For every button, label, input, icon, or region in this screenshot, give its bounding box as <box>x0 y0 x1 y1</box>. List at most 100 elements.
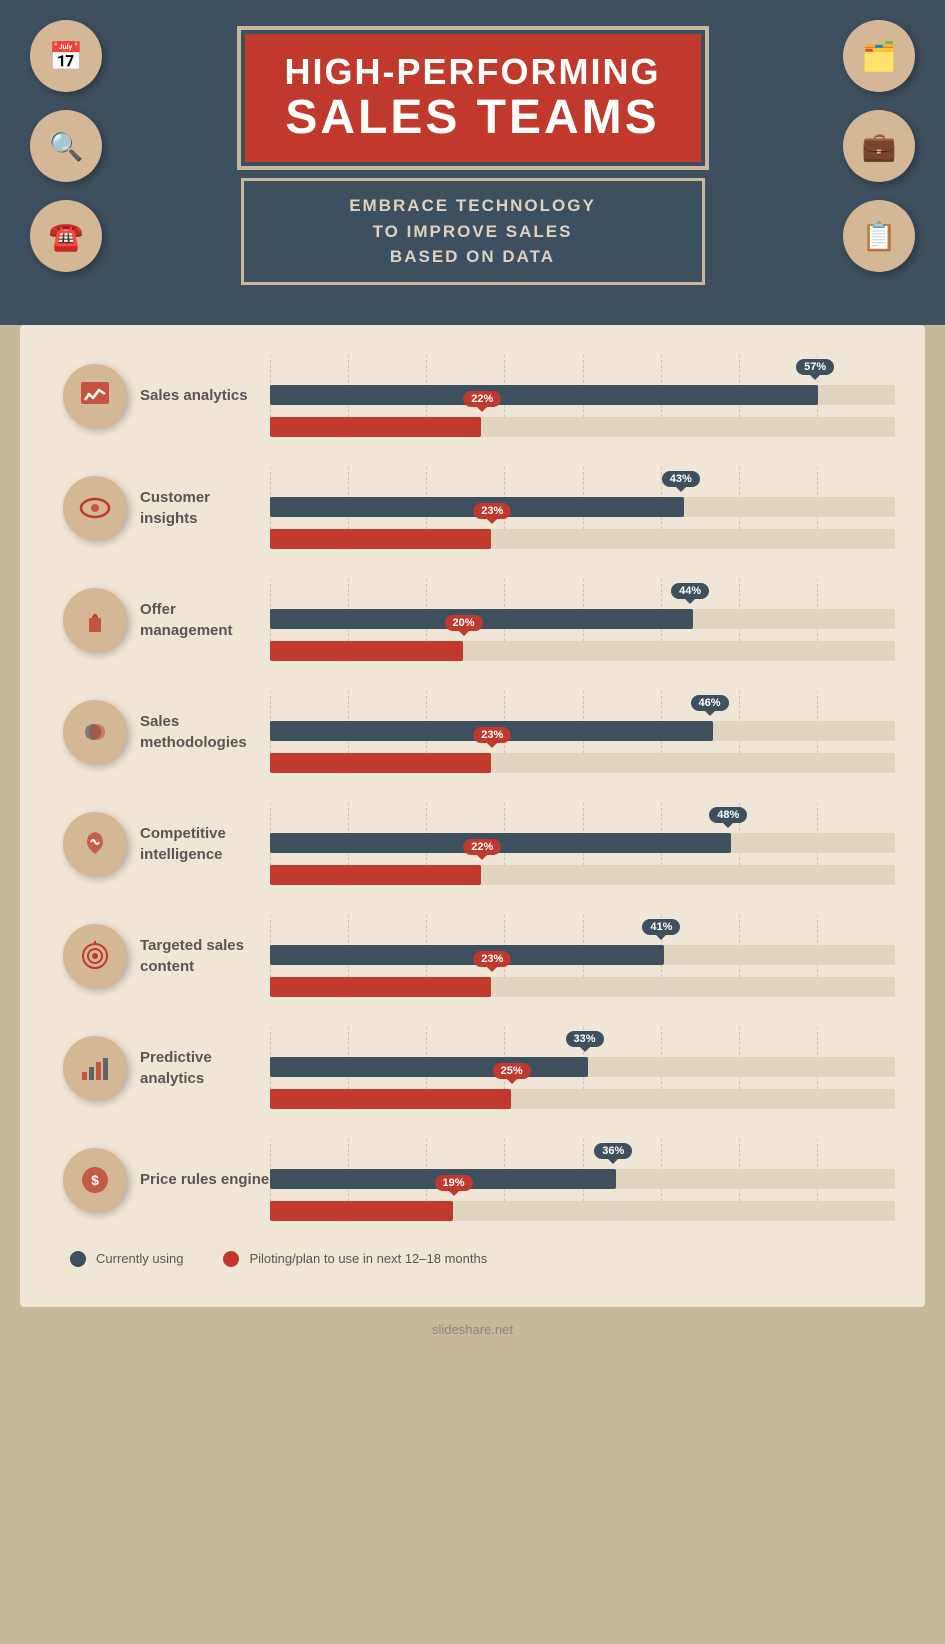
bars-col-targeted-sales-content: 41% 23% <box>270 915 895 997</box>
icon-sales-methodologies <box>63 700 127 764</box>
red-bar-price-rules-engine: 19% <box>270 1201 895 1221</box>
red-bar-targeted-sales-content: 23% <box>270 977 895 997</box>
header-icons-left: 📅 🔍 ☎️ <box>30 20 102 272</box>
dark-bar-targeted-sales-content: 41% <box>270 945 895 965</box>
pct-dark-price-rules-engine: 36% <box>594 1143 632 1159</box>
red-bar-sales-analytics: 22% <box>270 417 895 437</box>
pct-red-targeted-sales-content: 23% <box>473 951 511 967</box>
legend-piloting: Piloting/plan to use in next 12–18 month… <box>223 1251 487 1267</box>
bars-col-predictive-analytics: 33% 25% <box>270 1027 895 1109</box>
title-line2: SALES TEAMS <box>285 92 661 145</box>
red-bar-sales-methodologies: 23% <box>270 753 895 773</box>
footer-source: slideshare.net <box>432 1322 513 1337</box>
footer: slideshare.net <box>0 1307 945 1352</box>
subtitle-box: EMBRACE TECHNOLOGYTO IMPROVE SALESBASED … <box>241 178 705 285</box>
pct-red-price-rules-engine: 19% <box>435 1175 473 1191</box>
dark-bar-customer-insights: 43% <box>270 497 895 517</box>
search-doc-icon: 🔍 <box>30 110 102 182</box>
pct-red-offer-management: 20% <box>445 615 483 631</box>
red-bar-offer-management: 20% <box>270 641 895 661</box>
calendar-icon: 📅 <box>30 20 102 92</box>
pct-dark-targeted-sales-content: 41% <box>642 919 680 935</box>
data-row-customer-insights: Customer insights 43% <box>50 467 895 549</box>
pct-red-sales-methodologies: 23% <box>473 727 511 743</box>
bars-col-sales-analytics: 57% 22% <box>270 355 895 437</box>
legend-currently-using: Currently using <box>70 1251 183 1267</box>
title-line1: HIGH-PERFORMING <box>285 52 661 92</box>
bar-fill-red <box>270 641 463 661</box>
legend-label-currently-using: Currently using <box>96 1251 183 1266</box>
bar-fill-red <box>270 977 491 997</box>
legend-label-piloting: Piloting/plan to use in next 12–18 month… <box>249 1251 487 1266</box>
pct-red-customer-insights: 23% <box>473 503 511 519</box>
icon-col-targeted-sales-content <box>50 924 140 988</box>
icon-sales-analytics <box>63 364 127 428</box>
data-row-price-rules-engine: $ Price rules engine 36% <box>50 1139 895 1221</box>
icon-col-sales-methodologies <box>50 700 140 764</box>
icon-price-rules-engine: $ <box>63 1148 127 1212</box>
legend-dot-dark <box>70 1251 86 1267</box>
icon-col-offer-management <box>50 588 140 652</box>
data-row-targeted-sales-content: Targeted sales content 41% <box>50 915 895 997</box>
pct-red-predictive-analytics: 25% <box>493 1063 531 1079</box>
bar-fill-dark <box>270 1057 588 1077</box>
bar-fill-red <box>270 753 491 773</box>
pct-red-competitive-intelligence: 22% <box>463 839 501 855</box>
icon-col-price-rules-engine: $ <box>50 1148 140 1212</box>
bar-fill-dark <box>270 385 818 405</box>
icon-col-customer-insights <box>50 476 140 540</box>
pct-dark-offer-management: 44% <box>671 583 709 599</box>
icon-col-predictive-analytics <box>50 1036 140 1100</box>
bar-fill-red <box>270 529 491 549</box>
bars-col-sales-methodologies: 46% 23% <box>270 691 895 773</box>
legend-dot-red <box>223 1251 239 1267</box>
title-area: HIGH-PERFORMING SALES TEAMS EMBRACE TECH… <box>241 30 705 285</box>
bars-col-customer-insights: 43% 23% <box>270 467 895 549</box>
label-offer-management: Offer management <box>140 599 270 641</box>
pct-dark-sales-analytics: 57% <box>796 359 834 375</box>
bar-fill-red <box>270 1089 511 1109</box>
clipboard-icon: 📋 <box>843 200 915 272</box>
svg-text:$: $ <box>91 1172 99 1188</box>
bars-col-offer-management: 44% 20% <box>270 579 895 661</box>
legend: Currently using Piloting/plan to use in … <box>50 1251 895 1267</box>
icon-offer-management <box>63 588 127 652</box>
pct-dark-sales-methodologies: 46% <box>691 695 729 711</box>
pct-dark-customer-insights: 43% <box>662 471 700 487</box>
red-bar-customer-insights: 23% <box>270 529 895 549</box>
red-bar-competitive-intelligence: 22% <box>270 865 895 885</box>
dark-bar-competitive-intelligence: 48% <box>270 833 895 853</box>
bar-fill-dark <box>270 833 731 853</box>
dark-bar-price-rules-engine: 36% <box>270 1169 895 1189</box>
briefcase-icon: 💼 <box>843 110 915 182</box>
bar-fill-red <box>270 865 481 885</box>
header-icons-right: 🗂️ 💼 📋 <box>843 20 915 272</box>
red-bar-predictive-analytics: 25% <box>270 1089 895 1109</box>
label-sales-methodologies: Sales methodologies <box>140 711 270 753</box>
data-row-competitive-intelligence: Competitive intelligence 48% <box>50 803 895 885</box>
label-price-rules-engine: Price rules engine <box>140 1169 270 1190</box>
bar-fill-dark <box>270 945 664 965</box>
icon-customer-insights <box>63 476 127 540</box>
icon-col-competitive-intelligence <box>50 812 140 876</box>
dark-bar-sales-methodologies: 46% <box>270 721 895 741</box>
pct-red-sales-analytics: 22% <box>463 391 501 407</box>
label-targeted-sales-content: Targeted sales content <box>140 935 270 977</box>
label-competitive-intelligence: Competitive intelligence <box>140 823 270 865</box>
label-predictive-analytics: Predictive analytics <box>140 1047 270 1089</box>
subtitle-text: EMBRACE TECHNOLOGYTO IMPROVE SALESBASED … <box>274 193 672 270</box>
header: 📅 🔍 ☎️ HIGH-PERFORMING SALES TEAMS EMBRA… <box>0 0 945 325</box>
data-row-sales-methodologies: Sales methodologies 46% <box>50 691 895 773</box>
dark-bar-predictive-analytics: 33% <box>270 1057 895 1077</box>
icon-predictive-analytics <box>63 1036 127 1100</box>
pct-dark-predictive-analytics: 33% <box>566 1031 604 1047</box>
icon-targeted-sales-content <box>63 924 127 988</box>
bar-fill-red <box>270 1201 453 1221</box>
dark-bar-sales-analytics: 57% <box>270 385 895 405</box>
chart-container: Sales analytics 57% <box>50 355 895 1221</box>
bars-col-price-rules-engine: 36% 19% <box>270 1139 895 1221</box>
dark-bar-offer-management: 44% <box>270 609 895 629</box>
data-row-predictive-analytics: Predictive analytics 33% <box>50 1027 895 1109</box>
icon-competitive-intelligence <box>63 812 127 876</box>
title-box: HIGH-PERFORMING SALES TEAMS <box>241 30 705 166</box>
